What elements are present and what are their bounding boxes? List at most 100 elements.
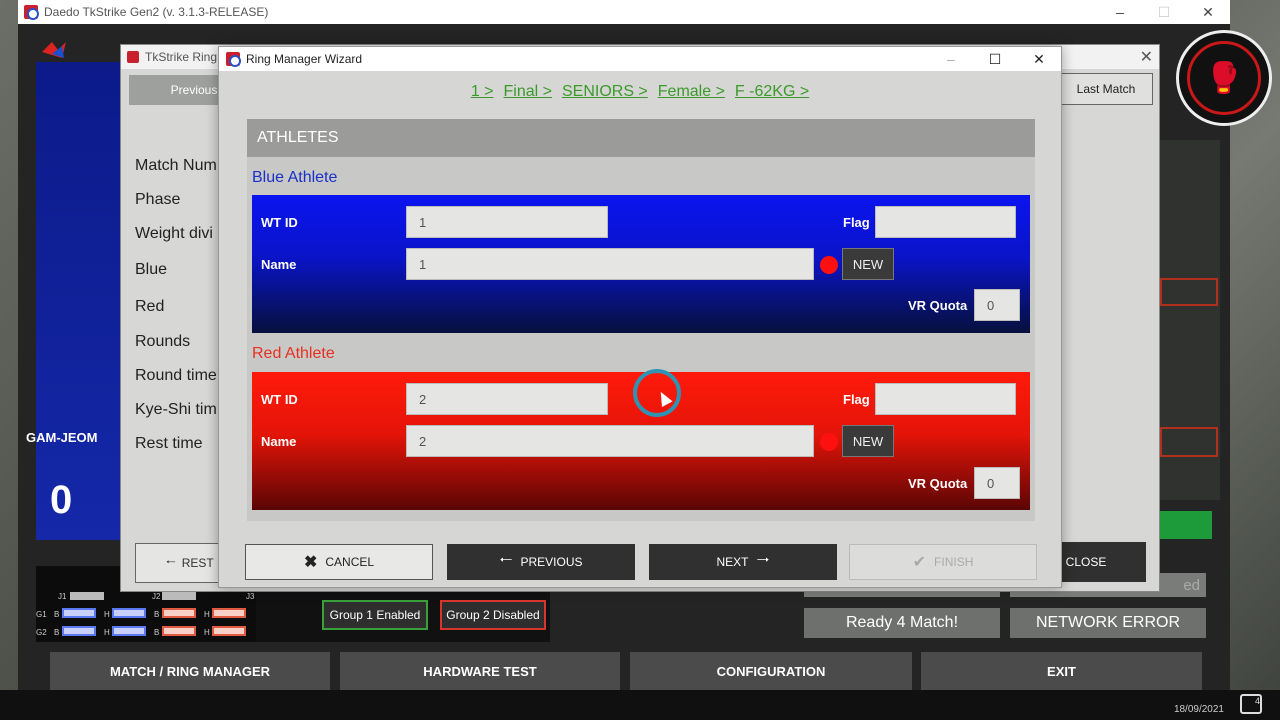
blue-flag-input[interactable]: [875, 206, 1016, 238]
red-label: Red: [135, 298, 165, 315]
blue-label: B: [54, 628, 60, 637]
blue-indicator: [62, 626, 96, 636]
red-new-button[interactable]: NEW: [842, 425, 894, 457]
maximize-icon[interactable]: ☐: [1142, 0, 1186, 24]
head-label: H: [204, 628, 210, 637]
ring-manager-wizard-dialog: Ring Manager Wizard – ☐ ✕ 1 > Final > SE…: [218, 46, 1062, 588]
minimize-icon[interactable]: –: [1098, 0, 1142, 24]
athletes-panel: ATHLETES Blue Athlete WT ID 1 Flag Name …: [247, 119, 1035, 521]
main-window-controls: – ☐ ✕: [1098, 0, 1230, 24]
wizard-titlebar: Ring Manager Wizard – ☐ ✕: [219, 47, 1061, 71]
round-time-label: Round time: [135, 367, 217, 384]
blue-new-button[interactable]: NEW: [842, 248, 894, 280]
head-label: H: [204, 610, 210, 619]
wtid-label: WT ID: [261, 215, 298, 230]
red-vr-quota-input[interactable]: 0: [974, 467, 1020, 499]
breadcrumb-item[interactable]: Final >: [504, 83, 552, 101]
name-label: Name: [261, 434, 297, 449]
close-icon[interactable]: ✕: [1140, 47, 1153, 67]
judge-indicator: [162, 592, 196, 600]
judge-label: J2: [152, 592, 161, 601]
x-icon: ✖: [303, 554, 318, 571]
cancel-label: CANCEL: [325, 555, 375, 569]
head-label: H: [104, 628, 110, 637]
athletes-heading: ATHLETES: [247, 119, 1035, 157]
name-label: Name: [261, 257, 297, 272]
group2-toggle[interactable]: Group 2 Disabled: [440, 600, 546, 630]
ready-status-button[interactable]: Ready 4 Match!: [804, 608, 1000, 638]
red-flag-input[interactable]: [875, 383, 1016, 415]
gam-jeom-value: 0: [50, 478, 73, 522]
blue-athlete-title: Blue Athlete: [252, 169, 338, 186]
hardware-test-button[interactable]: HARDWARE TEST: [340, 652, 620, 690]
breadcrumb-item[interactable]: 1 >: [471, 83, 494, 101]
channel-logo: 🥊: [1176, 30, 1272, 126]
configuration-button[interactable]: CONFIGURATION: [630, 652, 912, 690]
blue-wtid-input[interactable]: 1: [406, 206, 608, 238]
app-icon: [127, 51, 139, 63]
vr-quota-label: VR Quota: [908, 298, 968, 313]
exit-button[interactable]: EXIT: [921, 652, 1202, 690]
flag-label: Flag: [843, 215, 870, 230]
close-icon[interactable]: ✕: [1186, 0, 1230, 24]
finish-button[interactable]: ✔ FINISH: [849, 544, 1037, 580]
close-icon[interactable]: ✕: [1017, 47, 1061, 71]
group1-toggle[interactable]: Group 1 Enabled: [322, 600, 428, 630]
previous-button[interactable]: 🠀 PREVIOUS: [447, 544, 635, 580]
breadcrumb: 1 > Final > SENIORS > Female > F -62KG >: [219, 83, 1061, 101]
group-label: G1: [36, 610, 47, 619]
judge-indicator: [70, 592, 104, 600]
match-number-label: Match Num: [135, 157, 217, 174]
network-error-button[interactable]: NETWORK ERROR: [1010, 608, 1206, 638]
breadcrumb-item[interactable]: Female >: [658, 83, 725, 101]
faded-status-label: ed: [1183, 576, 1200, 594]
gam-jeom-label: GAM-JEOM: [26, 430, 98, 445]
kye-shi-time-label: Kye-Shi tim: [135, 401, 217, 418]
blue-label: Blue: [135, 261, 168, 278]
main-window-title: Daedo TkStrike Gen2 (v. 3.1.3-RELEASE): [44, 5, 269, 19]
taskbar-date: 18/09/2021: [1173, 704, 1224, 715]
red-wtid-input[interactable]: 2: [406, 383, 608, 415]
previous-label: PREVIOUS: [520, 555, 583, 569]
phase-label: Phase: [135, 191, 181, 208]
red-dot-indicator: [820, 433, 838, 451]
notification-icon[interactable]: 4: [1240, 694, 1262, 714]
red-athlete-title: Red Athlete: [252, 345, 335, 362]
minimize-icon[interactable]: –: [929, 47, 973, 71]
arrow-left-icon: 🠀: [499, 551, 513, 569]
weight-division-label: Weight divi: [135, 225, 213, 242]
judge-label: J3: [246, 592, 255, 601]
group-label: G2: [36, 628, 47, 637]
last-match-button[interactable]: Last Match: [1059, 73, 1153, 105]
blue-vr-quota-input[interactable]: 0: [974, 289, 1020, 321]
red-dot-indicator: [820, 256, 838, 274]
breadcrumb-item[interactable]: SENIORS >: [562, 83, 648, 101]
red-name-input[interactable]: 2: [406, 425, 814, 457]
blue-indicator: [112, 626, 146, 636]
match-ring-manager-button[interactable]: MATCH / RING MANAGER: [50, 652, 330, 690]
red-outline-box: [1160, 427, 1218, 457]
breadcrumb-item[interactable]: F -62KG >: [735, 83, 809, 101]
red-indicator: [162, 626, 196, 636]
blue-label: B: [154, 610, 160, 619]
logo-ring: [1187, 41, 1261, 115]
blue-indicator: [62, 608, 96, 618]
maximize-icon[interactable]: ☐: [973, 47, 1017, 71]
red-indicator: [162, 608, 196, 618]
blue-indicator: [112, 608, 146, 618]
red-indicator: [212, 626, 246, 636]
next-button[interactable]: NEXT 🠂: [649, 544, 837, 580]
red-outline-box: [1160, 278, 1218, 306]
flag-label: Flag: [843, 392, 870, 407]
finish-label: FINISH: [934, 555, 974, 569]
rounds-label: Rounds: [135, 333, 191, 350]
wizard-window-controls: – ☐ ✕: [929, 47, 1061, 71]
vr-quota-label: VR Quota: [908, 476, 968, 491]
taskbar: 18/09/2021 4: [0, 690, 1280, 720]
blue-name-input[interactable]: 1: [406, 248, 814, 280]
wizard-title: Ring Manager Wizard: [246, 52, 363, 66]
checkmark-icon: ✔: [912, 554, 927, 571]
blue-athlete-box: WT ID 1 Flag Name 1 NEW VR Quota 0: [252, 195, 1030, 333]
cancel-button[interactable]: ✖ CANCEL: [245, 544, 433, 580]
rest-time-label: Rest time: [135, 435, 203, 452]
